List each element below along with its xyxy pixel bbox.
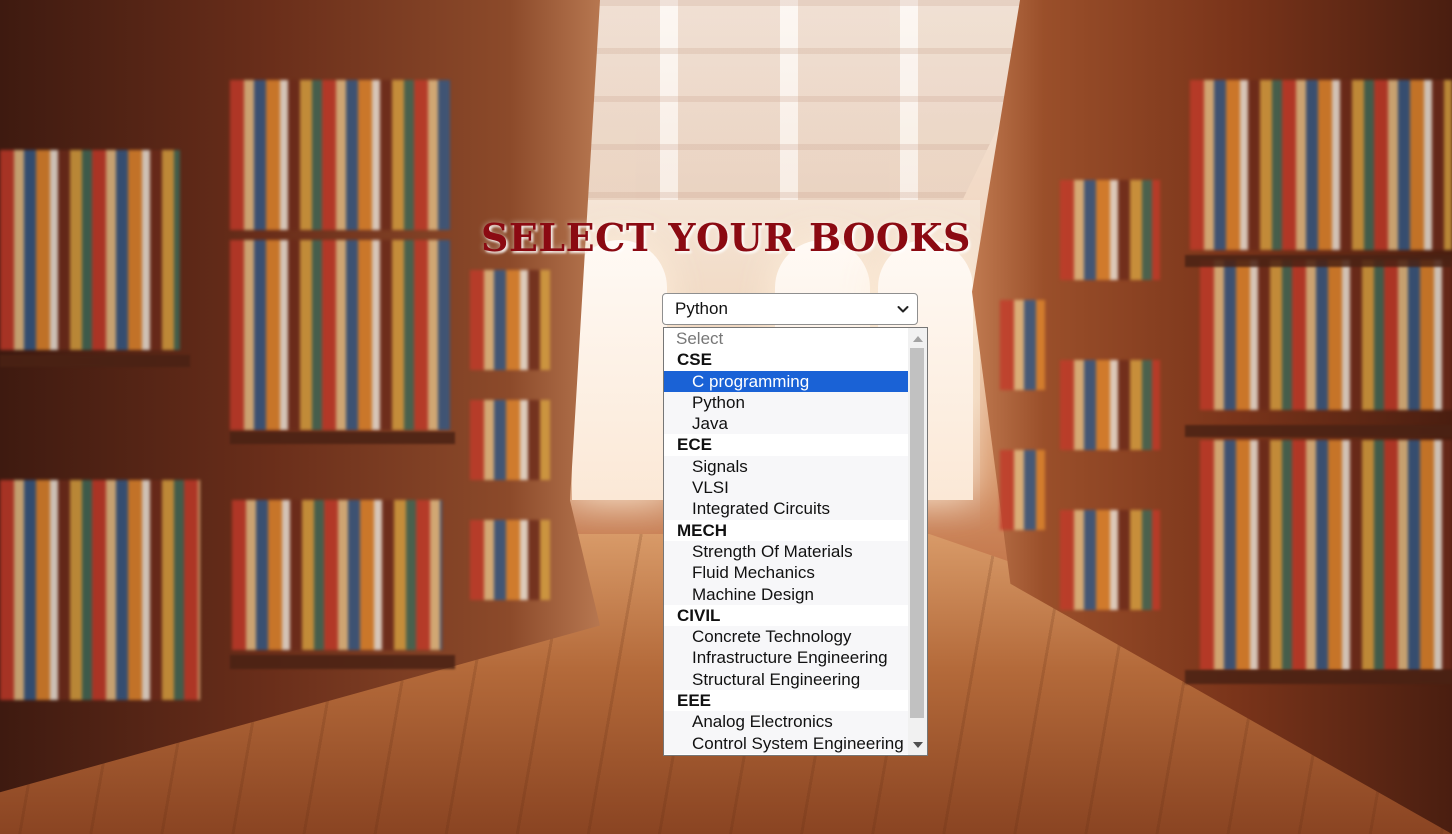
option-item[interactable]: Analog Electronics xyxy=(664,711,908,733)
optgroup-label-ece: ECE xyxy=(664,434,908,456)
book-row xyxy=(232,500,442,650)
optgroup-label-civil: CIVIL xyxy=(664,604,908,627)
select-dropdown-list[interactable]: Select CSE C programming Python Java ECE Sign… xyxy=(663,327,928,756)
chevron-down-icon xyxy=(897,306,909,313)
shelf-plank xyxy=(230,655,455,669)
select-current-value: Python xyxy=(675,299,728,318)
option-item[interactable]: Integrated Circuits xyxy=(664,498,908,520)
optgroup-label-mech: MECH xyxy=(664,519,908,541)
page-title: SELECT YOUR BOOKS xyxy=(480,215,971,260)
option-item[interactable]: Signals xyxy=(664,455,908,478)
option-placeholder[interactable]: Select xyxy=(664,328,908,349)
shelf-plank xyxy=(230,432,455,444)
options-list: Select CSE C programming Python Java ECE Sign… xyxy=(664,328,908,754)
option-item[interactable]: Strength Of Materials xyxy=(664,540,908,563)
book-row xyxy=(1060,360,1160,450)
book-row xyxy=(1000,300,1045,390)
shelf-plank xyxy=(1185,670,1452,684)
book-row xyxy=(470,400,550,480)
book-row xyxy=(230,240,450,430)
shelf-plank xyxy=(0,355,190,367)
dropdown-scrollbar[interactable] xyxy=(908,328,927,755)
scroll-down-arrow-icon[interactable] xyxy=(908,736,927,753)
book-row xyxy=(1000,450,1045,530)
optgroup-label-eee: EEE xyxy=(664,690,908,712)
shelf-plank xyxy=(1185,425,1452,437)
book-row xyxy=(1200,260,1452,410)
book-row xyxy=(0,480,200,700)
arched-window xyxy=(572,240,667,500)
book-row xyxy=(470,270,550,370)
scrollbar-thumb[interactable] xyxy=(910,348,924,718)
book-row xyxy=(470,520,550,600)
optgroup-label-cse: CSE xyxy=(664,349,908,371)
book-row xyxy=(230,80,450,230)
scroll-up-arrow-icon[interactable] xyxy=(908,330,927,347)
option-item[interactable]: Control System Engineering xyxy=(664,732,908,754)
option-item[interactable]: Infrastructure Engineering xyxy=(664,647,908,669)
option-item[interactable]: C programming xyxy=(664,370,908,392)
book-row xyxy=(1060,510,1160,610)
option-item[interactable]: Python xyxy=(664,391,908,414)
option-item[interactable]: Machine Design xyxy=(664,583,908,605)
option-item[interactable]: Java xyxy=(664,413,908,435)
book-row xyxy=(1200,440,1452,670)
option-item[interactable]: Fluid Mechanics xyxy=(664,562,908,584)
option-item[interactable]: Structural Engineering xyxy=(664,668,908,691)
option-item[interactable]: Concrete Technology xyxy=(664,626,908,648)
option-item[interactable]: VLSI xyxy=(664,477,908,499)
book-select[interactable]: Python xyxy=(662,293,918,325)
